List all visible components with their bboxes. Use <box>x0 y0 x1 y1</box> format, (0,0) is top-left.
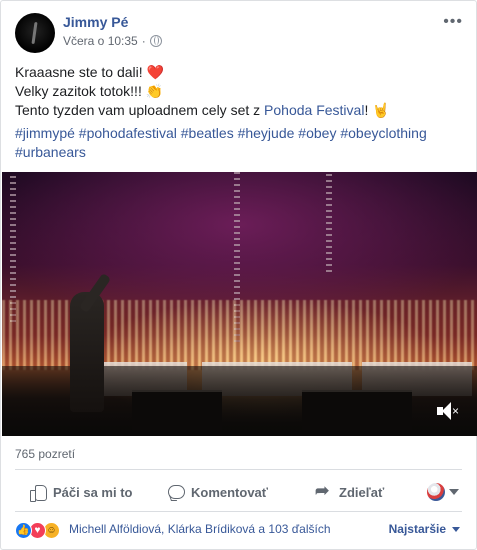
chevron-down-icon <box>452 526 460 532</box>
post-line-3: Tento tyzden vam uploadnem cely set z Po… <box>15 101 465 120</box>
more-options-button[interactable]: ••• <box>443 13 463 31</box>
share-button[interactable]: Zdieľať <box>315 477 384 507</box>
share-icon <box>315 481 333 501</box>
rock-hand-emoji-icon: 🤘 <box>372 102 390 118</box>
pohoda-festival-link[interactable]: Pohoda Festival <box>264 102 364 118</box>
globe-icon[interactable] <box>149 35 162 47</box>
chevron-down-icon <box>449 489 459 495</box>
comment-button[interactable]: Komentovať <box>167 477 268 507</box>
share-label: Zdieľať <box>339 484 385 500</box>
performer <box>70 292 104 412</box>
avatar[interactable] <box>15 13 55 53</box>
stage-monitor-right <box>302 390 412 430</box>
hashtags: #jimmypé #pohodafestival #beatles #heyju… <box>15 124 465 162</box>
reaction-icons[interactable]: 👍 ♥ ☺ <box>15 520 60 540</box>
sort-label: Najstaršie <box>388 522 446 536</box>
audience-selector-button[interactable] <box>427 477 459 507</box>
hashtags-line-2[interactable]: #urbanears <box>15 143 465 162</box>
comment-icon <box>167 483 185 501</box>
like-reaction-icon: 👍 <box>15 521 32 539</box>
post-line-2-text: Velky zazitok totok!!! <box>15 83 142 99</box>
post-line-2: Velky zazitok totok!!! 👏 <box>15 82 465 101</box>
speaker-muted-icon[interactable]: × <box>437 402 459 420</box>
post-header: Jimmy Pé Včera o 10:35 · ••• <box>15 13 463 53</box>
post-meta: Včera o 10:35 · <box>63 34 162 48</box>
mute-x: × <box>452 404 460 418</box>
action-bar: Páči sa mi to Komentovať Zdieľať <box>15 477 463 507</box>
page-avatar-icon <box>427 483 445 501</box>
meta-separator: · <box>141 34 146 48</box>
divider-top <box>15 469 462 470</box>
divider-bottom <box>15 511 462 512</box>
post-card: Jimmy Pé Včera o 10:35 · ••• Kraaasne st… <box>0 0 477 550</box>
clapping-emoji-icon: 👏 <box>145 83 164 99</box>
view-count: 765 pozretí <box>15 447 76 461</box>
post-line-1: Kraaasne ste to dali! ❤️ <box>15 63 465 82</box>
post-line-3-suffix: ! <box>364 102 369 118</box>
sort-comments-dropdown[interactable]: Najstaršie <box>389 522 460 536</box>
video-player[interactable]: × <box>2 172 477 436</box>
stage-truss-right <box>326 172 332 272</box>
author-name[interactable]: Jimmy Pé <box>63 14 128 30</box>
hashtags-line-1[interactable]: #jimmypé #pohodafestival #beatles #heyju… <box>15 124 465 143</box>
mute-cone <box>442 402 451 420</box>
comment-label: Komentovať <box>191 484 269 500</box>
reactors-list[interactable]: Michell Alföldiová, Klárka Brídiková a 1… <box>69 522 331 536</box>
like-label: Páči sa mi to <box>53 484 133 500</box>
thumbs-up-icon <box>29 483 47 502</box>
stage-monitor-left <box>132 390 222 430</box>
post-text: Kraaasne ste to dali! ❤️ Velky zazitok t… <box>15 63 465 120</box>
post-line-1-text: Kraaasne ste to dali! <box>15 64 143 80</box>
heart-emoji-icon: ❤️ <box>146 64 164 80</box>
like-button[interactable]: Páči sa mi to <box>29 477 132 507</box>
post-timestamp[interactable]: Včera o 10:35 <box>63 34 138 48</box>
post-line-3-text: Tento tyzden vam uploadnem cely set z <box>15 102 261 118</box>
